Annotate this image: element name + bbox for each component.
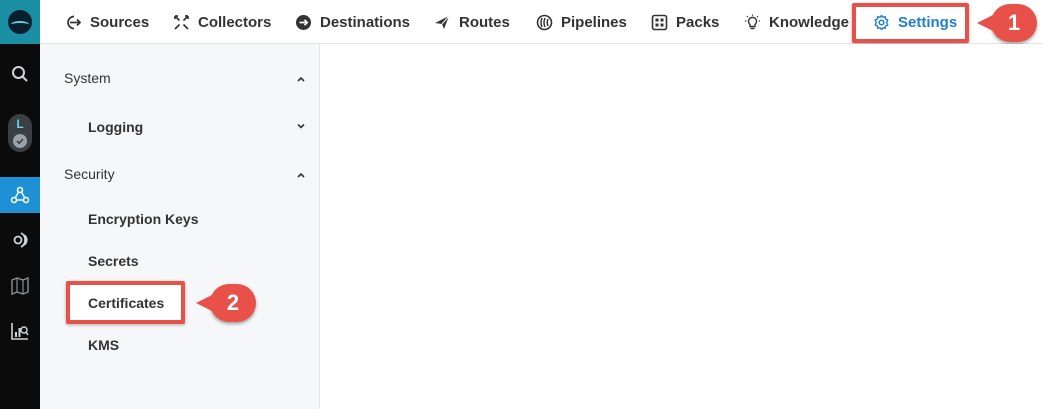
app-rail: L: [0, 0, 40, 409]
nav-packs[interactable]: Packs: [650, 0, 719, 44]
nav-label: Collectors: [198, 13, 272, 31]
nav-collectors[interactable]: Collectors: [172, 0, 271, 44]
nav-label: Sources: [90, 13, 150, 31]
chevron-up-icon[interactable]: [296, 74, 306, 84]
sources-icon: [64, 13, 82, 31]
sidebar-item-label: KMS: [88, 337, 120, 353]
check-icon: [13, 134, 27, 148]
worker-group-badge[interactable]: L: [8, 114, 32, 152]
callout-badge: 1: [977, 4, 1037, 42]
search-icon[interactable]: [0, 56, 40, 92]
nav-label: Knowledge: [769, 13, 850, 31]
sidebar-item-label: Encryption Keys: [88, 211, 199, 227]
sidebar-item-label: Secrets: [88, 253, 139, 269]
content-area: [321, 44, 1043, 409]
nav-pipelines[interactable]: Pipelines: [535, 0, 627, 44]
sidebar-item-certificates[interactable]: Certificates: [88, 295, 164, 311]
sidebar-item-logging[interactable]: Logging: [88, 119, 143, 135]
monitoring-icon[interactable]: [0, 313, 40, 349]
settings-highlight-box: [852, 3, 969, 43]
nav-label: Destinations: [320, 13, 411, 31]
nav-knowledge[interactable]: Knowledge: [743, 0, 849, 44]
chevron-up-icon[interactable]: [296, 170, 306, 180]
callout-number: 2: [226, 290, 240, 315]
section-label: Security: [64, 166, 115, 182]
nav-destinations[interactable]: Destinations: [294, 0, 410, 44]
sidebar-item-kms[interactable]: KMS: [88, 337, 119, 353]
section-label: System: [64, 70, 111, 86]
edge-icon[interactable]: [0, 222, 40, 258]
settings-sidebar: System Logging Security Encryption Keys …: [40, 44, 320, 409]
sidebar-item-encryption-keys[interactable]: Encryption Keys: [88, 211, 198, 227]
app-logo[interactable]: [0, 0, 40, 44]
sidebar-item-label: Certificates: [88, 295, 165, 311]
section-security[interactable]: Security: [64, 166, 115, 182]
stream-nodes-icon[interactable]: [0, 177, 40, 213]
packs-icon: [650, 13, 668, 31]
map-icon[interactable]: [0, 268, 40, 304]
routes-icon: [433, 13, 451, 31]
callout-number: 1: [1007, 10, 1021, 35]
pipelines-icon: [535, 13, 553, 31]
callout-badge: 2: [196, 284, 256, 322]
sidebar-item-label: Logging: [88, 119, 144, 135]
collectors-icon: [172, 13, 190, 31]
sidebar-item-secrets[interactable]: Secrets: [88, 253, 139, 269]
chevron-down-icon[interactable]: [296, 121, 306, 131]
nav-label: Packs: [676, 13, 720, 31]
section-system[interactable]: System: [64, 70, 111, 86]
nav-label: Routes: [459, 13, 510, 31]
nav-label: Pipelines: [561, 13, 627, 31]
nav-sources[interactable]: Sources: [64, 0, 149, 44]
badge-letter: L: [16, 117, 24, 131]
destinations-icon: [294, 13, 312, 31]
knowledge-icon: [743, 13, 761, 31]
nav-routes[interactable]: Routes: [433, 0, 510, 44]
